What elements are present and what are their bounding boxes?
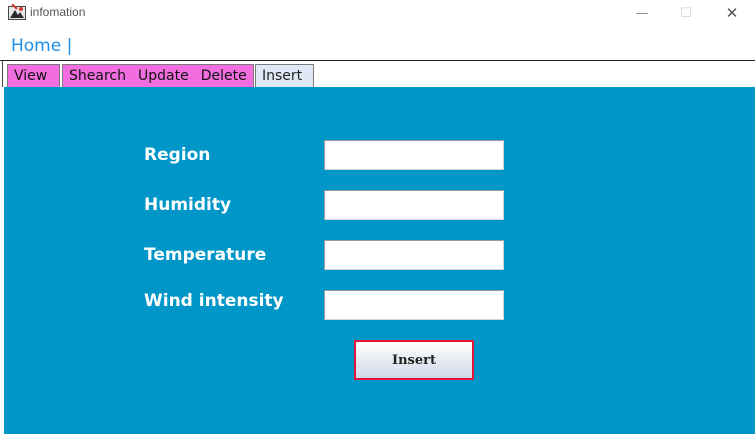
minimize-button[interactable]: — (622, 2, 662, 24)
insert-button-label: Insert (392, 352, 436, 368)
tab-update-label: Update (137, 68, 189, 84)
humidity-label: Humidity (144, 195, 232, 215)
window-title: infomation (30, 5, 86, 19)
close-button[interactable]: ✕ (712, 2, 752, 24)
temperature-label: Temperature (144, 245, 267, 265)
humidity-field[interactable] (324, 190, 504, 220)
tab-insert-label: Insert (262, 68, 303, 84)
maximize-icon: ☐ (680, 5, 692, 21)
tab-strip: View Shearch Update Delete Insert (2, 61, 755, 87)
title-bar: infomation — ☐ ✕ (0, 0, 755, 26)
wind-intensity-label: Wind intensity (144, 291, 284, 311)
minimize-icon: — (635, 5, 649, 21)
insert-button[interactable]: Insert (354, 340, 474, 380)
wind-intensity-field[interactable] (324, 290, 504, 320)
menu-bar: Home | (0, 26, 755, 60)
tab-insert[interactable]: Insert (255, 64, 314, 87)
home-menu-item[interactable]: Home | (11, 36, 72, 56)
tab-view-label: View (14, 68, 48, 84)
app-icon (8, 4, 26, 20)
tab-delete-label: Delete (200, 68, 247, 84)
region-field[interactable] (324, 140, 504, 170)
region-label: Region (144, 145, 211, 165)
tab-search-update-delete[interactable]: Shearch Update Delete (62, 64, 254, 87)
insert-form-panel: Region Humidity Temperature Wind intensi… (4, 87, 755, 434)
temperature-field[interactable] (324, 240, 504, 270)
maximize-button[interactable]: ☐ (666, 2, 706, 24)
close-icon: ✕ (725, 4, 739, 22)
tab-search-label: Shearch (69, 68, 126, 84)
tab-view[interactable]: View (7, 64, 60, 87)
